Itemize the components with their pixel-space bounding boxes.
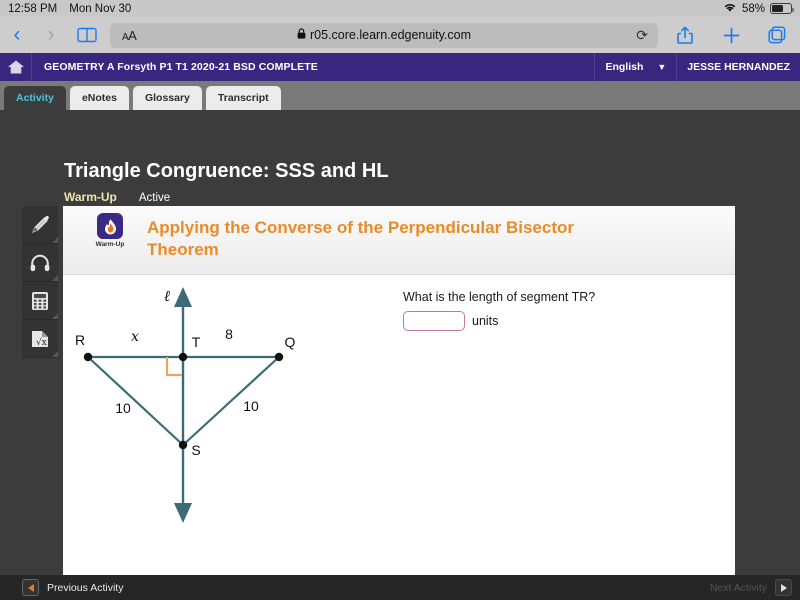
chevron-left-icon[interactable]: ‹ bbox=[0, 23, 34, 47]
battery-percent: 58% bbox=[742, 3, 765, 15]
vertex-S bbox=[179, 441, 187, 449]
chevron-down-icon: ▼ bbox=[657, 62, 666, 72]
activity-body: R T Q S ℓ x 8 10 10 What is the length o… bbox=[63, 275, 735, 575]
main-content: Triangle Congruence: SSS and HL Warm-Up … bbox=[0, 110, 800, 575]
lesson-status: Active bbox=[139, 192, 170, 204]
vertex-T bbox=[179, 353, 187, 361]
activity-heading: Applying the Converse of the Perpendicul… bbox=[147, 217, 587, 262]
screen: 12:58 PM Mon Nov 30 58% ‹ › bbox=[0, 0, 800, 600]
next-activity-button[interactable]: Next Activity bbox=[710, 579, 792, 596]
ios-status-bar: 12:58 PM Mon Nov 30 58% bbox=[0, 0, 800, 17]
label-R: R bbox=[75, 332, 85, 348]
status-right-cluster: 58% bbox=[723, 2, 792, 16]
language-label: English bbox=[605, 61, 643, 73]
right-angle-marker bbox=[167, 357, 182, 375]
url-text: r05.core.learn.edgenuity.com bbox=[310, 28, 471, 42]
reload-icon[interactable]: ⟳ bbox=[636, 27, 648, 44]
share-icon[interactable] bbox=[662, 26, 708, 45]
label-line-l: ℓ bbox=[164, 287, 170, 305]
course-title: GEOMETRY A Forsyth P1 T1 2020-21 BSD COM… bbox=[32, 53, 318, 81]
measure-TQ: 8 bbox=[225, 326, 233, 342]
line-l-arrow-bottom bbox=[174, 503, 192, 523]
address-bar[interactable]: AAAA r05.core.learn.edgenuity.com ⟳ bbox=[110, 23, 658, 48]
activity-card: Warm-Up Applying the Converse of the Per… bbox=[63, 206, 735, 575]
segment-QS bbox=[183, 357, 279, 445]
measure-RS: 10 bbox=[115, 400, 131, 416]
app-header: GEOMETRY A Forsyth P1 T1 2020-21 BSD COM… bbox=[0, 53, 800, 81]
previous-activity-label: Previous Activity bbox=[47, 582, 123, 594]
formula-sheet-icon[interactable]: √x bbox=[22, 320, 58, 358]
svg-text:√x: √x bbox=[36, 337, 47, 348]
tab-activity[interactable]: Activity bbox=[4, 86, 66, 110]
label-T: T bbox=[192, 334, 201, 350]
battery-icon bbox=[770, 3, 792, 14]
tab-enotes[interactable]: eNotes bbox=[70, 86, 129, 110]
answer-row: units bbox=[403, 311, 498, 331]
status-time: 12:58 PM bbox=[8, 3, 57, 15]
lesson-stage: Warm-Up bbox=[64, 190, 117, 204]
status-date: Mon Nov 30 bbox=[69, 3, 131, 15]
url-display: r05.core.learn.edgenuity.com bbox=[297, 28, 471, 42]
wifi-icon bbox=[723, 2, 737, 16]
next-activity-label: Next Activity bbox=[710, 582, 767, 594]
home-icon[interactable] bbox=[0, 53, 32, 81]
line-l-arrow-top bbox=[174, 287, 192, 307]
highlighter-icon[interactable] bbox=[22, 206, 58, 244]
vertex-R bbox=[84, 353, 92, 361]
measure-RT: x bbox=[131, 329, 139, 345]
tab-glossary[interactable]: Glossary bbox=[133, 86, 202, 110]
warmup-badge: Warm-Up bbox=[85, 213, 135, 248]
geometry-diagram: R T Q S ℓ x 8 10 10 bbox=[63, 275, 393, 555]
user-name[interactable]: JESSE HERNANDEZ bbox=[677, 53, 800, 81]
question-text: What is the length of segment TR? bbox=[403, 290, 595, 304]
headphones-icon[interactable] bbox=[22, 244, 58, 282]
language-selector[interactable]: English ▼ bbox=[594, 53, 677, 81]
page-title: Triangle Congruence: SSS and HL bbox=[64, 160, 389, 183]
text-size-button[interactable]: AAAA bbox=[122, 28, 136, 43]
previous-activity-button[interactable]: Previous Activity bbox=[22, 579, 123, 596]
calculator-icon[interactable] bbox=[22, 282, 58, 320]
measure-QS: 10 bbox=[243, 398, 259, 414]
flame-icon bbox=[97, 213, 123, 239]
label-S: S bbox=[191, 442, 200, 458]
answer-units: units bbox=[472, 314, 498, 328]
segment-RS bbox=[88, 357, 183, 445]
vertex-Q bbox=[275, 353, 283, 361]
tab-strip: Activity eNotes Glossary Transcript bbox=[0, 81, 800, 110]
safari-toolbar: ‹ › AAAA r05.core.learn.edgenuity.com bbox=[0, 17, 800, 53]
tab-transcript[interactable]: Transcript bbox=[206, 86, 281, 110]
activity-card-header: Warm-Up Applying the Converse of the Per… bbox=[63, 206, 735, 275]
triangle-right-icon bbox=[775, 579, 792, 596]
book-icon[interactable] bbox=[68, 27, 106, 43]
warmup-badge-label: Warm-Up bbox=[96, 241, 125, 248]
bottom-nav-bar: Previous Activity Next Activity bbox=[0, 575, 800, 600]
tabs-icon[interactable] bbox=[754, 26, 800, 44]
triangle-left-icon bbox=[22, 579, 39, 596]
lock-icon bbox=[297, 28, 306, 42]
answer-input[interactable] bbox=[403, 311, 465, 331]
label-Q: Q bbox=[285, 334, 296, 350]
tool-rail: √x bbox=[22, 206, 58, 358]
chevron-right-icon[interactable]: › bbox=[34, 23, 68, 47]
lesson-meta: Warm-Up Active bbox=[64, 190, 170, 204]
plus-icon[interactable] bbox=[708, 27, 754, 44]
